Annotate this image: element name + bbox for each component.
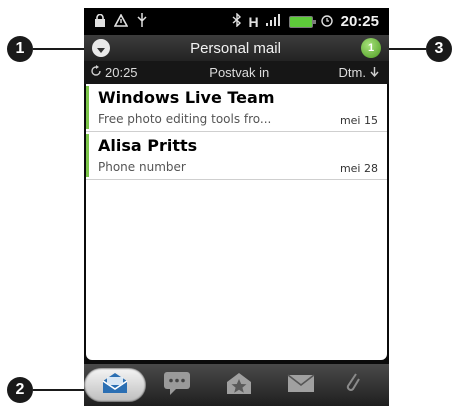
account-dropdown-button[interactable] [92, 39, 110, 57]
header-bar: Personal mail 1 [84, 35, 389, 61]
sync-time: 20:25 [105, 65, 138, 80]
message-list: Windows Live Team Free photo editing too… [86, 84, 387, 360]
sort-label: Dtm. [338, 65, 366, 80]
inbox-tab[interactable] [84, 364, 146, 406]
hspa-icon: H [248, 13, 259, 30]
arrow-down-icon [370, 65, 379, 80]
phone-screen: H 20:25 Personal mail 1 20:25 Postvak in… [84, 8, 389, 406]
message-sender: Alisa Pritts [98, 136, 198, 155]
chevron-down-icon [96, 39, 106, 58]
status-time: 20:25 [340, 13, 379, 30]
account-title: Personal mail [190, 39, 281, 57]
battery-icon [288, 15, 316, 28]
sort-button[interactable]: Dtm. [339, 65, 389, 80]
lock-icon [94, 13, 106, 30]
message-preview: Phone number [98, 160, 186, 174]
message-sender: Windows Live Team [98, 88, 275, 107]
refresh-icon [90, 65, 102, 80]
star-envelope-icon [224, 370, 254, 400]
unread-count-badge[interactable]: 1 [361, 38, 381, 58]
unread-indicator [86, 134, 89, 177]
alarm-icon [320, 13, 334, 30]
callout-3: 3 [426, 36, 452, 62]
callout-2: 2 [7, 377, 33, 403]
status-bar: H 20:25 [84, 8, 389, 35]
sync-status[interactable]: 20:25 [84, 65, 170, 80]
chat-bubble-icon [162, 370, 192, 400]
paperclip-icon [343, 370, 361, 400]
signal-icon [265, 14, 282, 29]
unread-tab[interactable] [270, 364, 332, 406]
message-preview: Free photo editing tools fro... [98, 112, 272, 126]
unread-indicator [86, 86, 89, 129]
favorites-tab[interactable] [208, 364, 270, 406]
attachments-tab[interactable] [332, 370, 372, 400]
conversations-tab[interactable] [146, 364, 208, 406]
message-row[interactable]: Windows Live Team Free photo editing too… [86, 84, 387, 132]
tab-bar [84, 364, 389, 406]
envelope-icon [286, 372, 316, 398]
inbox-envelope-icon [100, 371, 130, 399]
usb-icon [136, 13, 148, 30]
warning-icon [113, 12, 129, 30]
folder-bar: 20:25 Postvak in Dtm. [84, 61, 389, 84]
message-row[interactable]: Alisa Pritts Phone number mei 28 [86, 132, 387, 180]
folder-name: Postvak in [209, 65, 270, 80]
message-date: mei 28 [339, 162, 378, 175]
callout-1: 1 [7, 36, 33, 62]
message-date: mei 15 [339, 114, 378, 127]
bluetooth-icon [232, 12, 242, 30]
